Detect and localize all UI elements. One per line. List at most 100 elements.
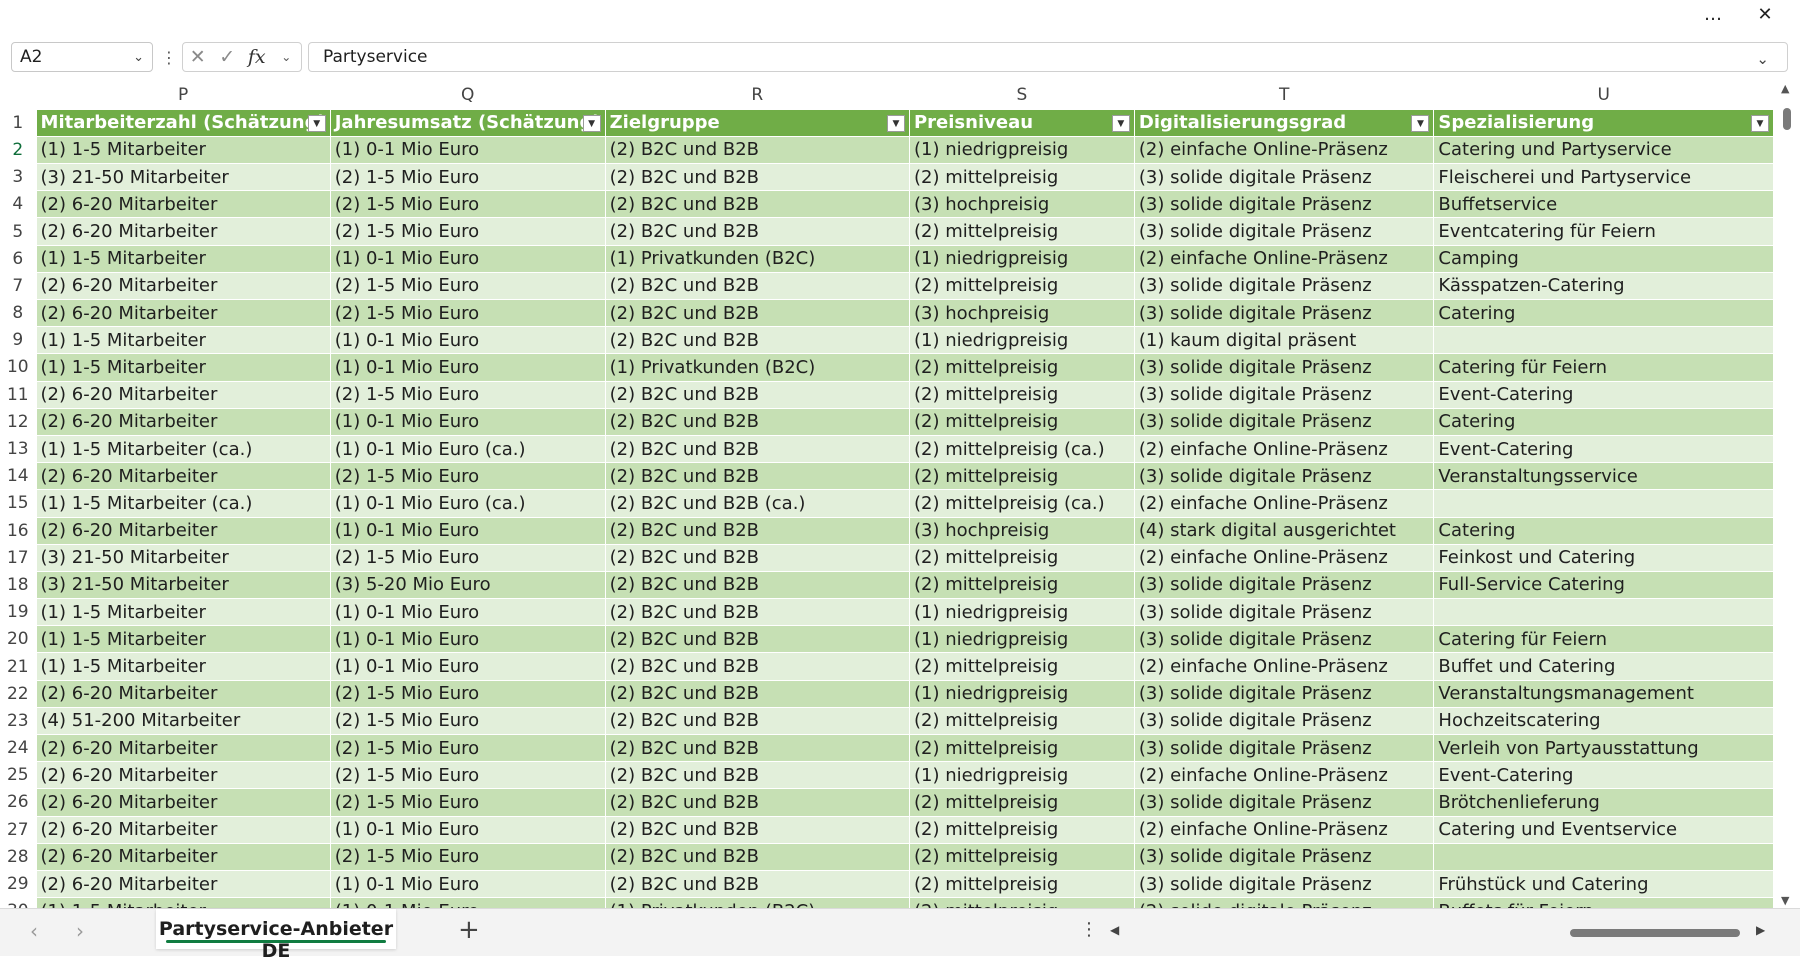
scroll-left-icon[interactable]: ◀ — [1110, 923, 1119, 937]
table-cell[interactable]: (2) mittelpreisig — [909, 652, 1135, 681]
table-cell[interactable]: (1) 0-1 Mio Euro — [330, 517, 606, 545]
table-cell[interactable]: (2) 1-5 Mio Euro — [330, 163, 606, 192]
formula-input[interactable]: Partyservice ⌄ — [308, 42, 1788, 72]
table-cell[interactable]: (3) solide digitale Präsenz — [1134, 381, 1435, 409]
table-cell[interactable]: (1) 0-1 Mio Euro — [330, 897, 606, 908]
add-sheet-icon[interactable]: + — [458, 915, 480, 945]
next-sheet-icon[interactable]: › — [76, 919, 84, 943]
table-cell[interactable]: (2) mittelpreisig — [909, 217, 1135, 246]
table-cell[interactable]: (2) 6-20 Mitarbeiter — [36, 517, 331, 545]
chevron-down-icon[interactable]: ⌄ — [272, 50, 302, 64]
table-cell[interactable]: (2) 1-5 Mio Euro — [330, 788, 606, 817]
table-cell[interactable]: (2) B2C und B2B — [605, 381, 910, 409]
row-header[interactable]: 23 — [0, 707, 37, 736]
table-cell[interactable]: (1) 0-1 Mio Euro — [330, 408, 606, 436]
table-cell[interactable]: (2) B2C und B2B — [605, 544, 910, 572]
table-cell[interactable]: (2) einfache Online-Präsenz — [1134, 761, 1435, 790]
table-cell[interactable]: (2) mittelpreisig — [909, 897, 1135, 908]
row-header[interactable]: 9 — [0, 326, 37, 355]
prev-sheet-icon[interactable]: ‹ — [30, 919, 38, 943]
table-cell[interactable]: (1) niedrigpreisig — [909, 761, 1135, 790]
table-cell[interactable]: (2) einfache Online-Präsenz — [1134, 652, 1435, 681]
filter-dropdown-icon[interactable]: ▼ — [582, 114, 601, 132]
select-all-corner[interactable] — [0, 82, 37, 110]
table-cell[interactable]: (2) solide digitale Präsenz — [1134, 897, 1435, 908]
table-cell[interactable]: (1) 0-1 Mio Euro — [330, 598, 606, 627]
row-header[interactable]: 26 — [0, 788, 37, 817]
row-header[interactable]: 5 — [0, 217, 37, 246]
row-header[interactable]: 19 — [0, 598, 37, 627]
table-cell[interactable]: (2) B2C und B2B — [605, 435, 910, 464]
table-cell[interactable]: (2) B2C und B2B — [605, 625, 910, 654]
table-cell[interactable]: (1) Privatkunden (B2C) — [605, 897, 910, 908]
row-header[interactable]: 8 — [0, 299, 37, 328]
table-cell[interactable]: (2) 1-5 Mio Euro — [330, 381, 606, 409]
table-cell[interactable] — [1433, 326, 1774, 355]
table-cell[interactable]: (2) mittelpreisig (ca.) — [909, 489, 1135, 518]
table-cell[interactable]: (2) 6-20 Mitarbeiter — [36, 381, 331, 409]
table-cell[interactable]: Event-Catering — [1433, 435, 1774, 464]
table-cell[interactable]: (1) 0-1 Mio Euro (ca.) — [330, 489, 606, 518]
table-cell[interactable]: (1) kaum digital präsent — [1134, 326, 1435, 355]
table-cell[interactable]: (2) B2C und B2B — [605, 843, 910, 871]
table-cell[interactable]: Fleischerei und Partyservice — [1433, 163, 1774, 192]
table-cell[interactable]: Catering und Partyservice — [1433, 136, 1774, 165]
row-header[interactable]: 1 — [0, 109, 37, 137]
table-cell[interactable]: (3) solide digitale Präsenz — [1134, 462, 1435, 491]
table-cell[interactable]: (2) 6-20 Mitarbeiter — [36, 680, 331, 708]
row-header[interactable]: 28 — [0, 843, 37, 871]
scroll-down-icon[interactable]: ▼ — [1781, 894, 1789, 907]
table-cell[interactable]: Buffetservice — [1433, 190, 1774, 219]
vertical-dots-icon[interactable]: ⋮ — [161, 46, 177, 70]
scroll-thumb[interactable] — [1783, 108, 1791, 130]
row-header[interactable]: 12 — [0, 408, 37, 436]
table-cell[interactable]: (2) 1-5 Mio Euro — [330, 544, 606, 572]
filter-dropdown-icon[interactable]: ▼ — [1411, 114, 1430, 132]
table-cell[interactable]: Eventcatering für Feiern — [1433, 217, 1774, 246]
table-cell[interactable]: (2) B2C und B2B — [605, 299, 910, 328]
table-cell[interactable]: (3) solide digitale Präsenz — [1134, 299, 1435, 328]
table-cell[interactable]: (3) solide digitale Präsenz — [1134, 788, 1435, 817]
table-cell[interactable]: (2) 1-5 Mio Euro — [330, 680, 606, 708]
row-header[interactable]: 30 — [0, 897, 37, 908]
table-cell[interactable]: Catering und Eventservice — [1433, 816, 1774, 844]
table-cell[interactable]: Buffets für Feiern — [1433, 897, 1774, 908]
table-cell[interactable]: (2) mittelpreisig — [909, 816, 1135, 844]
table-cell[interactable]: (2) B2C und B2B — [605, 190, 910, 219]
table-cell[interactable] — [1433, 598, 1774, 627]
table-cell[interactable]: (1) 0-1 Mio Euro — [330, 353, 606, 382]
table-cell[interactable]: (4) 51-200 Mitarbeiter — [36, 707, 331, 736]
table-cell[interactable]: Kässpatzen-Catering — [1433, 272, 1774, 301]
table-cell[interactable]: (2) 6-20 Mitarbeiter — [36, 843, 331, 871]
table-cell[interactable]: (2) 6-20 Mitarbeiter — [36, 734, 331, 763]
row-header[interactable]: 24 — [0, 734, 37, 763]
table-cell[interactable]: (1) 0-1 Mio Euro — [330, 625, 606, 654]
row-header[interactable]: 17 — [0, 544, 37, 572]
table-cell[interactable]: Verleih von Partyausstattung — [1433, 734, 1774, 763]
row-header[interactable]: 2 — [0, 136, 37, 165]
table-cell[interactable]: (2) 6-20 Mitarbeiter — [36, 190, 331, 219]
filter-dropdown-icon[interactable]: ▼ — [1111, 114, 1130, 132]
table-header-cell[interactable]: Digitalisierungsgrad ▼ — [1134, 109, 1435, 137]
table-cell[interactable]: (3) solide digitale Präsenz — [1134, 734, 1435, 763]
table-cell[interactable]: (1) niedrigpreisig — [909, 136, 1135, 165]
table-cell[interactable]: (3) solide digitale Präsenz — [1134, 217, 1435, 246]
table-cell[interactable]: (2) mittelpreisig — [909, 870, 1135, 899]
vertical-scrollbar[interactable]: ▲ ▼ — [1774, 82, 1800, 908]
table-cell[interactable]: (2) B2C und B2B — [605, 571, 910, 600]
table-cell[interactable]: (2) mittelpreisig — [909, 707, 1135, 736]
table-cell[interactable]: Catering für Feiern — [1433, 353, 1774, 382]
table-cell[interactable]: (2) 6-20 Mitarbeiter — [36, 761, 331, 790]
column-header-t[interactable]: T — [1134, 82, 1435, 110]
table-cell[interactable]: (2) einfache Online-Präsenz — [1134, 245, 1435, 273]
table-cell[interactable]: Veranstaltungsmanagement — [1433, 680, 1774, 708]
table-cell[interactable]: (2) B2C und B2B — [605, 326, 910, 355]
table-cell[interactable]: Catering — [1433, 408, 1774, 436]
table-cell[interactable]: (4) stark digital ausgerichtet — [1134, 517, 1435, 545]
table-cell[interactable]: (2) 1-5 Mio Euro — [330, 217, 606, 246]
table-cell[interactable]: (1) 1-5 Mitarbeiter — [36, 326, 331, 355]
table-cell[interactable]: (2) 6-20 Mitarbeiter — [36, 788, 331, 817]
table-cell[interactable]: (2) mittelpreisig — [909, 272, 1135, 301]
table-cell[interactable]: (2) 1-5 Mio Euro — [330, 761, 606, 790]
table-cell[interactable]: (1) niedrigpreisig — [909, 625, 1135, 654]
